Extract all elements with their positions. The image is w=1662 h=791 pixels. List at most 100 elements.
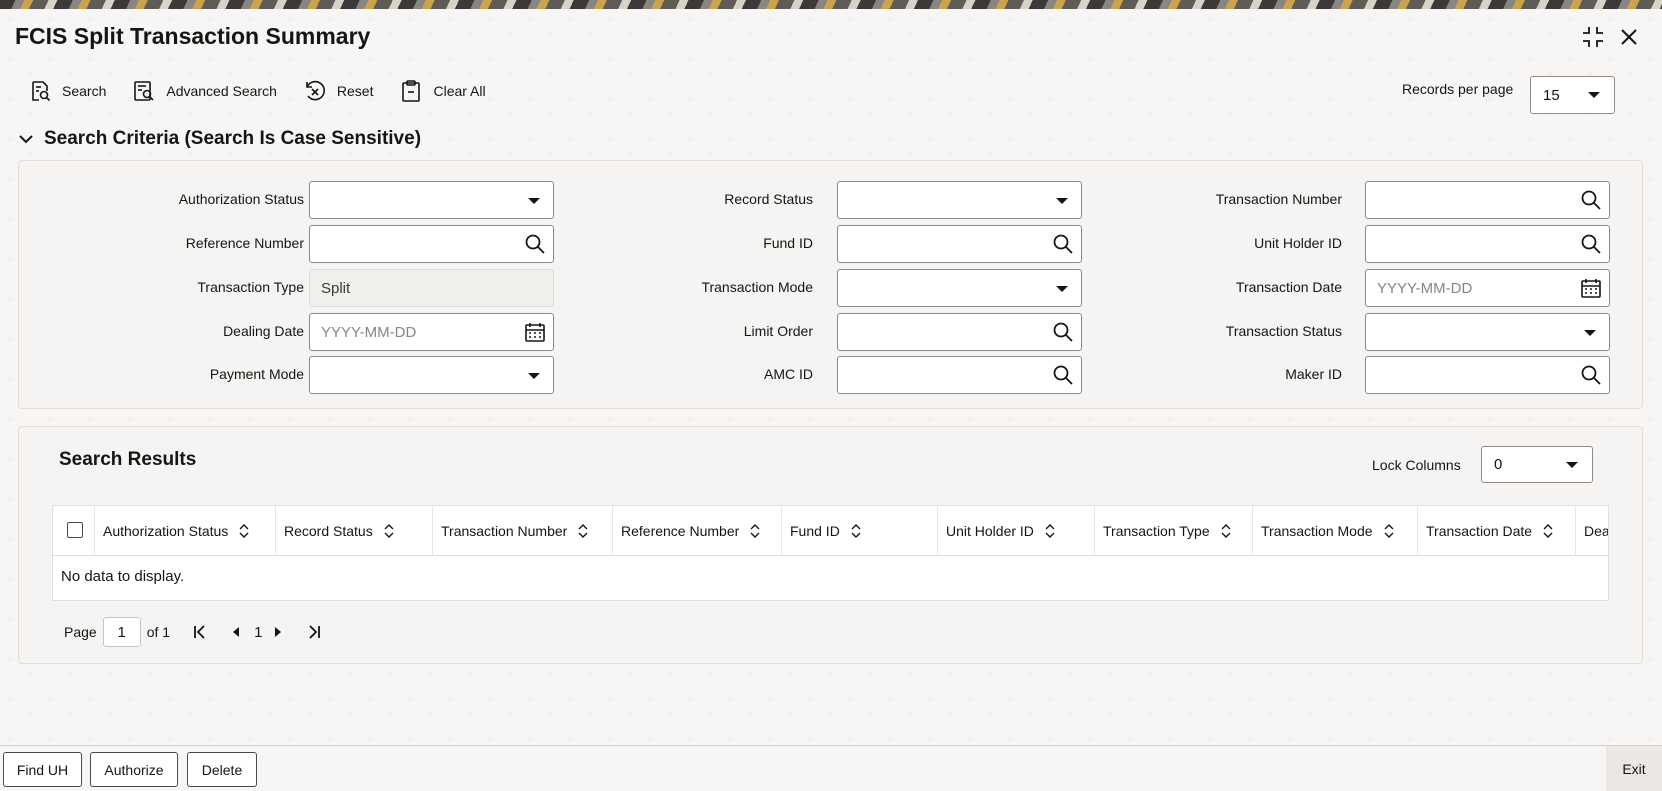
table-header: Authorization Status Record Status Trans… bbox=[53, 506, 1608, 556]
column-header[interactable]: Unit Holder ID bbox=[938, 506, 1095, 556]
footer-bar: Find UH Authorize Delete Exit bbox=[0, 745, 1662, 791]
pagination: Page 1 of 1 1 bbox=[64, 617, 324, 647]
dealing-date-label: Dealing Date bbox=[223, 323, 304, 339]
transaction-type-field: Split bbox=[309, 269, 554, 307]
lock-columns-label: Lock Columns bbox=[1372, 457, 1461, 473]
column-header[interactable]: Transaction Number bbox=[433, 506, 613, 556]
search-results-panel: Search Results Lock Columns 0 Authorizat… bbox=[18, 426, 1643, 664]
search-icon[interactable] bbox=[1052, 321, 1074, 343]
authorize-button[interactable]: Authorize bbox=[90, 752, 178, 787]
search-icon[interactable] bbox=[1052, 364, 1074, 386]
records-per-page-label: Records per page bbox=[1402, 81, 1514, 97]
search-criteria-header[interactable]: Search Criteria (Search Is Case Sensitiv… bbox=[18, 128, 421, 150]
results-table: Authorization Status Record Status Trans… bbox=[52, 505, 1609, 601]
reset-icon bbox=[306, 80, 325, 101]
maker-id-input[interactable] bbox=[1365, 356, 1610, 394]
amc-id-input[interactable] bbox=[837, 356, 1082, 394]
sort-icon[interactable] bbox=[383, 524, 395, 538]
payment-mode-label: Payment Mode bbox=[209, 366, 304, 382]
search-icon[interactable] bbox=[1580, 189, 1602, 211]
sort-icon[interactable] bbox=[1542, 524, 1554, 538]
column-header[interactable]: Transaction Type bbox=[1095, 506, 1253, 556]
column-header[interactable]: Transaction Mode bbox=[1253, 506, 1418, 556]
transaction-date-label: Transaction Date bbox=[1235, 279, 1342, 295]
next-page-icon[interactable] bbox=[268, 622, 288, 642]
current-page-number[interactable]: 1 bbox=[254, 624, 262, 641]
chevron-down-icon bbox=[1584, 330, 1596, 336]
authorization-status-select[interactable] bbox=[309, 181, 554, 219]
sort-icon[interactable] bbox=[850, 524, 862, 538]
column-header[interactable]: Transaction Date bbox=[1418, 506, 1576, 556]
column-header[interactable]: Record Status bbox=[276, 506, 433, 556]
transaction-number-input[interactable] bbox=[1365, 181, 1610, 219]
search-results-title: Search Results bbox=[59, 449, 197, 470]
search-doc-icon bbox=[32, 81, 51, 102]
amc-id-label: AMC ID bbox=[764, 366, 813, 382]
chevron-down-icon bbox=[1588, 92, 1600, 98]
clipboard-icon bbox=[402, 80, 421, 102]
chevron-down-icon bbox=[1056, 286, 1068, 292]
dealing-date-input[interactable]: YYYY-MM-DD bbox=[309, 313, 554, 351]
advanced-search-button[interactable]: Advanced Search bbox=[132, 79, 277, 103]
payment-mode-select[interactable] bbox=[309, 356, 554, 394]
column-header[interactable]: Fund ID bbox=[782, 506, 938, 556]
exit-button[interactable]: Exit bbox=[1606, 746, 1662, 791]
fund-id-input[interactable] bbox=[837, 225, 1082, 263]
chevron-down-icon bbox=[528, 373, 540, 379]
column-header[interactable]: Authorization Status bbox=[95, 506, 276, 556]
column-header[interactable]: Reference Number bbox=[613, 506, 782, 556]
minimize-icon[interactable] bbox=[1580, 24, 1606, 50]
chevron-down-icon bbox=[19, 135, 33, 144]
first-page-icon[interactable] bbox=[190, 622, 210, 642]
clear-all-button[interactable]: Clear All bbox=[399, 79, 486, 103]
unit-holder-id-input[interactable] bbox=[1365, 225, 1610, 263]
search-icon[interactable] bbox=[1580, 233, 1602, 255]
transaction-date-input[interactable]: YYYY-MM-DD bbox=[1365, 269, 1610, 307]
limit-order-input[interactable] bbox=[837, 313, 1082, 351]
transaction-mode-label: Transaction Mode bbox=[701, 279, 813, 295]
close-icon[interactable] bbox=[1616, 24, 1642, 50]
toolbar: Search Advanced Search Reset Clear All bbox=[28, 74, 512, 108]
transaction-number-label: Transaction Number bbox=[1215, 191, 1342, 207]
advanced-search-icon bbox=[134, 81, 154, 101]
reset-button[interactable]: Reset bbox=[303, 79, 373, 103]
calendar-icon[interactable] bbox=[524, 321, 546, 343]
sort-icon[interactable] bbox=[1383, 524, 1395, 538]
authorization-status-label: Authorization Status bbox=[178, 191, 304, 207]
previous-page-icon[interactable] bbox=[226, 622, 246, 642]
last-page-icon[interactable] bbox=[304, 622, 324, 642]
transaction-status-label: Transaction Status bbox=[1225, 323, 1342, 339]
transaction-mode-select[interactable] bbox=[837, 269, 1082, 307]
record-status-label: Record Status bbox=[724, 191, 813, 207]
sort-icon[interactable] bbox=[749, 524, 761, 538]
search-button[interactable]: Search bbox=[28, 79, 106, 103]
records-per-page-select[interactable]: 15 bbox=[1530, 76, 1615, 114]
search-icon[interactable] bbox=[1580, 364, 1602, 386]
lock-columns-select[interactable]: 0 bbox=[1481, 446, 1593, 483]
reference-number-input[interactable] bbox=[309, 225, 554, 263]
sort-icon[interactable] bbox=[1044, 524, 1056, 538]
chevron-down-icon bbox=[528, 198, 540, 204]
calendar-icon[interactable] bbox=[1580, 277, 1602, 299]
page-title: FCIS Split Transaction Summary bbox=[15, 23, 371, 49]
search-icon[interactable] bbox=[524, 233, 546, 255]
page-number-input[interactable]: 1 bbox=[102, 617, 141, 647]
sort-icon[interactable] bbox=[577, 524, 589, 538]
transaction-type-label: Transaction Type bbox=[197, 279, 304, 295]
sort-icon[interactable] bbox=[1220, 524, 1232, 538]
header-banner bbox=[0, 0, 1662, 9]
column-header[interactable]: Dea bbox=[1576, 506, 1608, 556]
reference-number-label: Reference Number bbox=[185, 235, 304, 251]
chevron-down-icon bbox=[1056, 198, 1068, 204]
record-status-select[interactable] bbox=[837, 181, 1082, 219]
empty-message: No data to display. bbox=[61, 568, 185, 585]
search-icon[interactable] bbox=[1052, 233, 1074, 255]
select-all-checkbox[interactable] bbox=[67, 522, 83, 538]
find-uh-button[interactable]: Find UH bbox=[3, 752, 82, 787]
delete-button[interactable]: Delete bbox=[187, 752, 257, 787]
transaction-status-select[interactable] bbox=[1365, 313, 1610, 351]
fund-id-label: Fund ID bbox=[763, 235, 813, 251]
sort-icon[interactable] bbox=[238, 524, 250, 538]
chevron-down-icon bbox=[1566, 461, 1578, 468]
maker-id-label: Maker ID bbox=[1285, 366, 1342, 382]
